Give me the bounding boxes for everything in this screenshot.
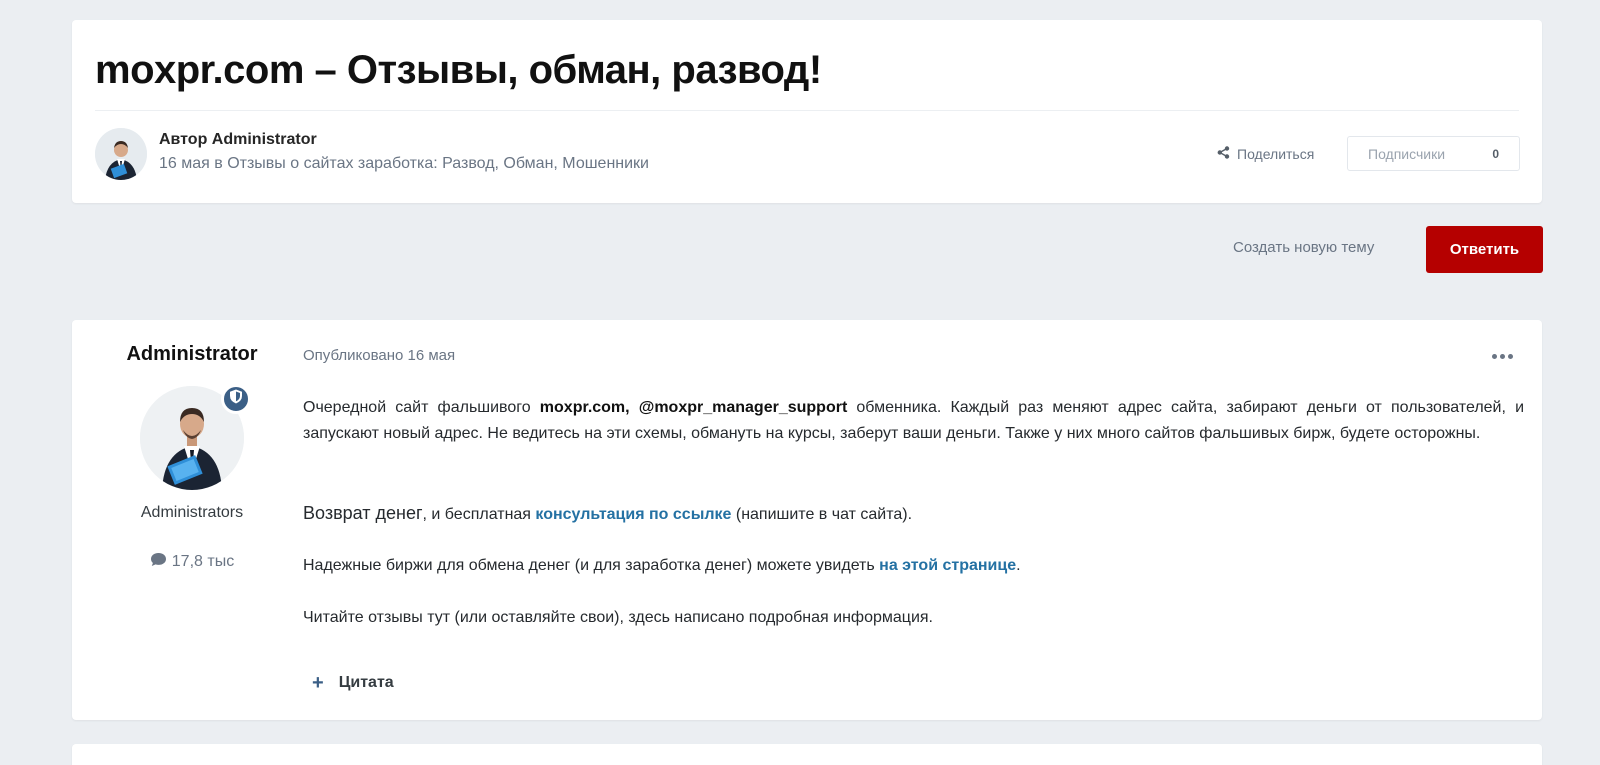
share-label: Поделиться	[1237, 146, 1315, 162]
post-author-name[interactable]: Administrator	[72, 343, 312, 366]
post-text: (напишите в чат сайта).	[731, 506, 913, 523]
post-paragraph-2: Возврат денег, и бесплатная консультация…	[303, 500, 1524, 528]
comment-icon	[150, 552, 167, 572]
reply-button[interactable]: Ответить	[1426, 226, 1543, 273]
post-count-value: 17,8 тыс	[171, 553, 235, 570]
share-icon	[1217, 146, 1230, 162]
new-topic-button[interactable]: Создать новую тему	[1233, 239, 1374, 261]
share-button[interactable]: Поделиться	[1217, 144, 1314, 164]
post-text: , и бесплатная	[422, 506, 536, 523]
posted-date[interactable]: Опубликовано 16 мая	[303, 347, 455, 364]
admin-badge	[221, 384, 251, 414]
post-bold-text: moxpr.com, @moxpr_manager_support	[539, 399, 848, 416]
followers-count: 0	[1492, 146, 1499, 161]
followers-button[interactable]: Подписчики 0	[1347, 136, 1520, 171]
post-text: Возврат денег	[303, 503, 423, 523]
next-post-card	[72, 744, 1542, 765]
quote-button[interactable]: + Цитата	[312, 672, 394, 694]
author-avatar[interactable]	[95, 128, 147, 180]
author-post-count[interactable]: 17,8 тыс	[72, 552, 312, 572]
post-text: Надежные биржи для обмена денег (и для з…	[303, 557, 880, 574]
post-text: .	[1016, 557, 1021, 574]
topic-meta-line: 16 мая в Отзывы о сайтах заработка: Разв…	[159, 155, 649, 172]
post-paragraph-3: Надежные биржи для обмена денег (и для з…	[303, 553, 1524, 579]
topic-header-card: moxpr.com – Отзывы, обман, развод! Автор…	[72, 20, 1542, 203]
post-paragraph-4: Читайте отзывы тут (или оставляйте свои)…	[303, 609, 933, 626]
quote-label: Цитата	[338, 674, 394, 691]
more-options-icon[interactable]	[1488, 346, 1516, 366]
followers-label: Подписчики	[1368, 145, 1446, 162]
post-paragraph-1: Очередной сайт фальшивого moxpr.com, @mo…	[303, 395, 1524, 447]
post-text: Очередной сайт фальшивого	[303, 399, 540, 416]
page-title: moxpr.com – Отзывы, обман, развод!	[95, 48, 822, 92]
plus-icon: +	[312, 672, 324, 694]
shield-icon	[229, 389, 243, 409]
exchanges-page-link[interactable]: на этой странице	[879, 557, 1016, 574]
title-divider	[95, 110, 1519, 111]
post-card: Administrator Administrators 17,8 тыс Оп…	[72, 320, 1542, 720]
author-line[interactable]: Автор Administrator	[159, 131, 317, 149]
author-group: Administrators	[140, 504, 244, 521]
consultation-link[interactable]: консультация по ссылке	[535, 506, 731, 523]
